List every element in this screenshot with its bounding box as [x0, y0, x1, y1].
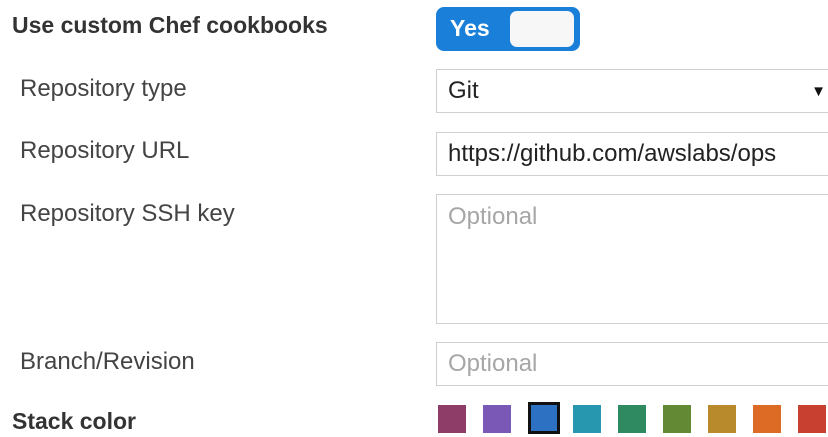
toggle-knob[interactable] [510, 11, 574, 47]
color-swatch-3[interactable] [528, 402, 560, 434]
repository-url-input[interactable]: https://github.com/awslabs/ops [436, 132, 828, 176]
repository-ssh-key-label: Repository SSH key [20, 200, 235, 227]
custom-cookbooks-label: Use custom Chef cookbooks [12, 12, 328, 38]
branch-placeholder: Optional [448, 350, 538, 377]
color-swatch-8[interactable] [753, 405, 781, 433]
stack-color-label: Stack color [12, 408, 136, 434]
custom-cookbooks-toggle[interactable]: Yes [436, 7, 580, 51]
dropdown-arrow-icon[interactable]: ▼ [811, 70, 826, 112]
color-swatch-2[interactable] [483, 405, 511, 433]
repository-type-label: Repository type [20, 75, 187, 102]
color-swatch-9[interactable] [798, 405, 826, 433]
repository-type-value: Git [448, 77, 479, 104]
branch-revision-input[interactable]: Optional [436, 342, 828, 386]
color-swatch-6[interactable] [663, 405, 691, 433]
repository-type-select[interactable]: Git ▼ [436, 69, 828, 113]
color-swatch-1[interactable] [438, 405, 466, 433]
repository-url-label: Repository URL [20, 137, 190, 164]
branch-revision-label: Branch/Revision [20, 348, 195, 375]
color-swatch-7[interactable] [708, 405, 736, 433]
color-swatch-4[interactable] [573, 405, 601, 433]
ssh-key-placeholder: Optional [448, 203, 538, 230]
color-swatch-5[interactable] [618, 405, 646, 433]
repository-ssh-key-textarea[interactable]: Optional [436, 194, 828, 324]
repository-url-value: https://github.com/awslabs/ops [448, 140, 777, 167]
toggle-yes-label: Yes [450, 15, 490, 41]
custom-cookbooks-form: Use custom Chef cookbooks Yes Repository… [0, 0, 828, 437]
